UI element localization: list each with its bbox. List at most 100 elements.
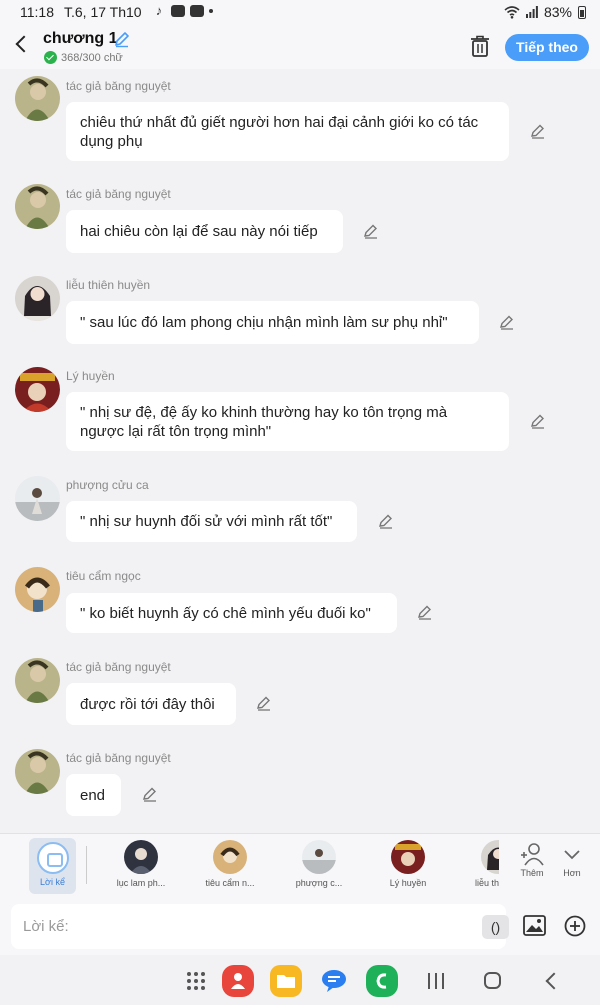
back-button[interactable] [12,34,34,56]
message-bubble[interactable]: end [66,774,121,816]
avatar[interactable] [15,367,60,412]
signal-icon [525,6,538,18]
youtube-icon [171,5,185,17]
word-count-text: 368/300 chữ [61,51,123,64]
avatar [481,840,499,874]
message-input[interactable] [23,912,443,940]
battery-icon [578,5,586,19]
sender-name: tác giả băng nguyệt [66,79,171,93]
edit-pencil-icon[interactable] [362,222,380,240]
check-icon [44,51,57,64]
add-person-icon [521,843,544,866]
gallery-icon [190,5,204,17]
character-chip[interactable]: tiêu cẩm n... [194,834,266,888]
edit-pencil-icon[interactable] [377,512,395,530]
message-text: chiêu thứ nhất đủ giết người hơn hai đại… [80,113,479,150]
more-notifications-dot [209,9,213,13]
avatar[interactable] [15,184,60,229]
image-icon[interactable] [523,915,546,936]
trash-icon[interactable] [469,34,491,58]
parentheses-button[interactable]: () [482,915,509,939]
narration-label: Lời kể [40,877,65,887]
add-circle-icon[interactable] [564,915,586,937]
character-label: lục lam ph... [116,878,166,888]
sender-name: tác giả băng nguyệt [66,187,171,201]
edit-pencil-icon[interactable] [529,122,547,140]
narration-icon [36,842,69,874]
more-button[interactable]: Hơn [552,842,592,878]
nav-back-button[interactable] [543,973,559,989]
home-button[interactable] [484,972,501,989]
word-count: 368/300 chữ [44,51,123,64]
character-label: tiêu cẩm n... [205,878,255,888]
message-bubble[interactable]: chiêu thứ nhất đủ giết người hơn hai đại… [66,102,509,161]
edit-pencil-icon[interactable] [416,603,434,621]
sender-name: Lý huyền [66,369,115,383]
divider [86,846,87,884]
avatar[interactable] [15,76,60,121]
message-bubble[interactable]: " nhị sư đệ, đệ ấy ko khinh thường hay k… [66,392,509,451]
avatar[interactable] [15,476,60,521]
composer: () [0,897,600,955]
avatar [124,840,158,874]
phone-app-icon[interactable] [366,965,398,997]
chapter-header: chương 1 368/300 chữ Tiếp theo [0,24,600,69]
messages-app-icon[interactable] [318,965,350,997]
next-button[interactable]: Tiếp theo [505,34,589,61]
edit-title-pencil-icon[interactable] [112,29,132,49]
narration-selector[interactable]: Lời kể [29,838,76,894]
character-chip[interactable]: phượng c... [283,834,355,888]
app-drawer-icon[interactable] [187,972,205,990]
message-text: hai chiêu còn lại để sau này nói tiếp [80,223,318,240]
chevron-down-icon [564,850,580,860]
message-bubble[interactable]: được rồi tới đây thôi [66,683,236,725]
sender-name: liễu thiên huyền [66,278,151,292]
status-bar: 11:18 T.6, 17 Th10 ♪ 83% [0,0,600,24]
wifi-icon [504,5,520,19]
message-input-box: () [11,904,509,949]
avatar[interactable] [15,749,60,794]
status-time: 11:18 [20,4,54,20]
avatar[interactable] [15,276,60,321]
chat-list: tác giả băng nguyệt chiêu thứ nhất đủ gi… [0,69,600,833]
avatar[interactable] [15,567,60,612]
edit-pencil-icon[interactable] [141,785,159,803]
edit-pencil-icon[interactable] [498,313,516,331]
sender-name: tác giả băng nguyệt [66,751,171,765]
avatar[interactable] [15,658,60,703]
message-bubble[interactable]: hai chiêu còn lại để sau này nói tiếp [66,210,343,253]
sender-name: phượng cửu ca [66,478,149,492]
message-text: " ko biết huynh ấy có chê mình yếu đuối … [80,604,371,622]
character-chip[interactable]: Lý huyền [372,834,444,888]
recent-apps-button[interactable] [428,973,444,989]
message-bubble[interactable]: " sau lúc đó lam phong chịu nhận mình là… [66,301,479,344]
more-label: Hơn [563,868,581,878]
message-text: " nhị sư huynh đối sử với mình rất tốt" [80,513,333,530]
message-text: end [80,786,106,804]
character-label: liễu th [474,878,499,888]
folder-app-icon[interactable] [270,965,302,997]
message-text: được rồi tới đây thôi [80,695,215,713]
character-chip[interactable]: liễu th [461,834,499,888]
character-label: phượng c... [295,878,343,888]
status-date: T.6, 17 Th10 [64,4,142,20]
message-bubble[interactable]: " nhị sư huynh đối sử với mình rất tốt" [66,501,357,542]
message-bubble[interactable]: " ko biết huynh ấy có chê mình yếu đuối … [66,593,397,633]
edit-pencil-icon[interactable] [255,694,273,712]
notification-icons: ♪ [152,3,213,18]
avatar [213,840,247,874]
message-text: " nhị sư đệ, đệ ấy ko khinh thường hay k… [80,403,448,440]
system-icons: 83% [504,4,586,20]
app-red-icon[interactable] [222,965,254,997]
add-character-button[interactable]: Thêm [512,842,552,878]
tiktok-icon: ♪ [155,3,163,18]
character-selector-bar: Lời kể lục lam ph... tiêu cẩm n... phượn… [0,833,600,897]
character-label: Lý huyền [389,878,427,888]
add-label: Thêm [520,868,544,878]
sender-name: tác giả băng nguyệt [66,660,171,674]
character-chip[interactable]: lục lam ph... [105,834,177,888]
edit-pencil-icon[interactable] [529,412,547,430]
sender-name: tiêu cẩm ngọc [66,569,141,583]
message-text: " sau lúc đó lam phong chịu nhận mình là… [80,314,448,331]
chapter-title: chương 1 [43,30,118,47]
